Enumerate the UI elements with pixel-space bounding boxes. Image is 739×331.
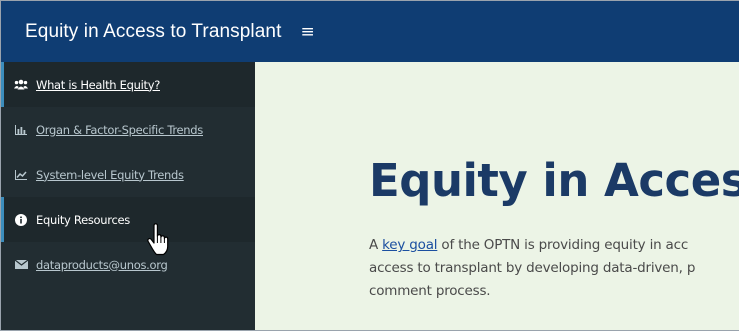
info-circle-icon: [12, 213, 30, 226]
main-content: Equity in Access t A key goal of the OPT…: [255, 62, 739, 330]
hamburger-icon[interactable]: ≡: [300, 22, 314, 42]
sidebar-item-label: Equity Resources: [36, 212, 130, 227]
line-chart-icon: [12, 169, 30, 180]
intro-suffix: of the OPTN is providing equity in acc: [437, 237, 689, 253]
hand-pointer-icon: [147, 223, 169, 256]
sidebar-item-label: Organ & Factor-Specific Trends: [36, 122, 203, 137]
page-title: Equity in Access t: [369, 154, 739, 207]
bar-chart-icon: [12, 124, 30, 135]
app-title[interactable]: Equity in Access to Transplant: [25, 21, 281, 43]
top-navbar: Equity in Access to Transplant ≡: [1, 1, 739, 62]
sidebar: What is Health Equity? Organ & Factor-Sp…: [1, 62, 255, 330]
sidebar-item-label: dataproducts@unos.org: [36, 257, 168, 272]
intro-line-2: access to transplant by developing data-…: [369, 260, 696, 276]
sidebar-item-organ-trends[interactable]: Organ & Factor-Specific Trends: [1, 107, 255, 152]
sidebar-item-email[interactable]: dataproducts@unos.org: [1, 242, 255, 287]
sidebar-item-label: System-level Equity Trends: [36, 167, 184, 182]
app-window: Equity in Access to Transplant ≡ What is…: [0, 0, 739, 331]
sidebar-item-health-equity[interactable]: What is Health Equity?: [1, 62, 255, 107]
intro-line-1: A key goal of the OPTN is providing equi…: [369, 234, 739, 257]
sidebar-item-equity-resources[interactable]: Equity Resources: [1, 197, 255, 242]
sidebar-item-label: What is Health Equity?: [36, 77, 160, 92]
key-goal-link[interactable]: key goal: [382, 237, 437, 253]
intro-line-3: comment process.: [369, 283, 491, 299]
users-icon: [12, 79, 30, 90]
intro-paragraph: A key goal of the OPTN is providing equi…: [369, 234, 739, 303]
envelope-icon: [12, 260, 30, 269]
intro-prefix: A: [369, 237, 383, 253]
sidebar-item-system-trends[interactable]: System-level Equity Trends: [1, 152, 255, 197]
